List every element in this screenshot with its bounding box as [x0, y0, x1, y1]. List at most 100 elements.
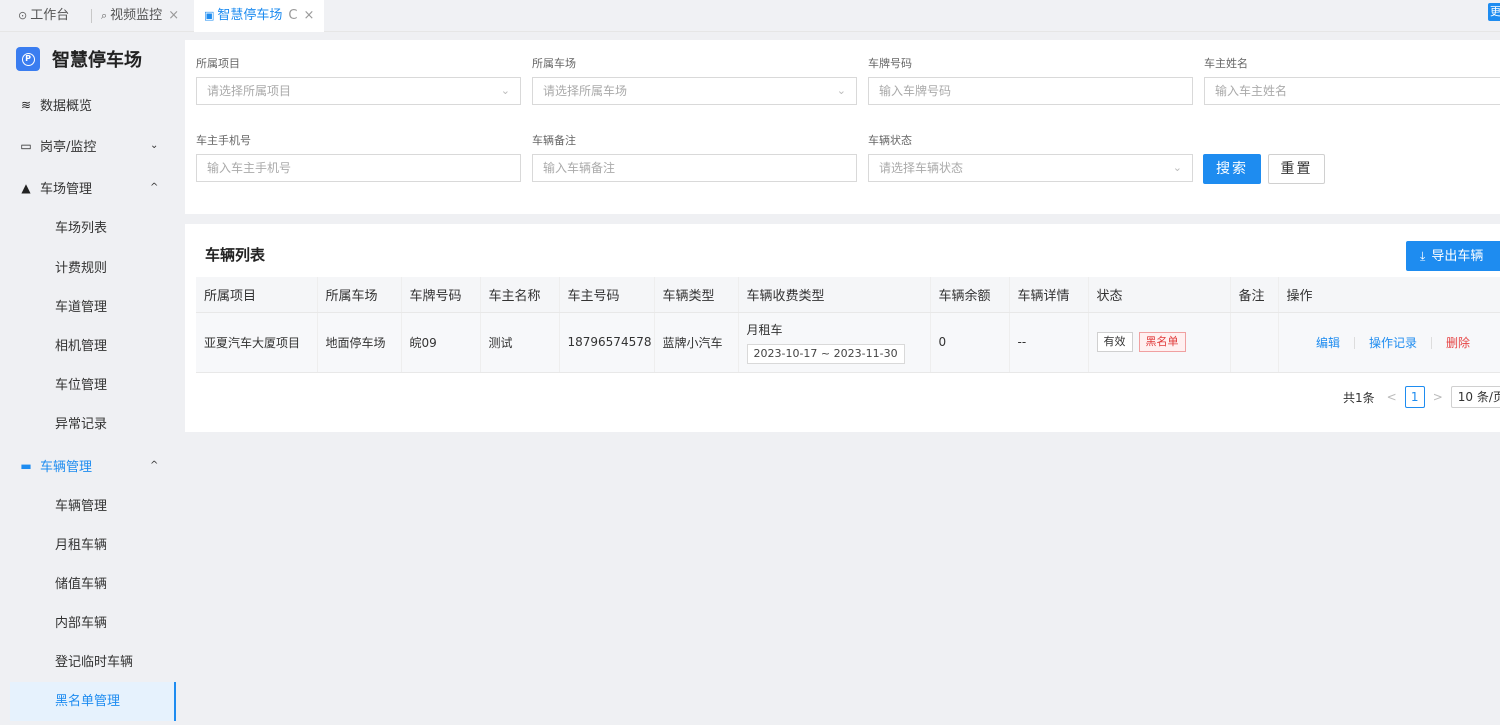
sidebar-sub-camera-management[interactable]: 相机管理 — [0, 327, 185, 366]
status-select[interactable]: 请选择车辆状态 ⌄ — [868, 154, 1193, 182]
edit-link[interactable]: 编辑 — [1316, 336, 1340, 350]
pagination-total: 共1条 — [1343, 390, 1375, 405]
export-vehicles-button[interactable]: ⤓ 导出车辆 — [1406, 241, 1500, 271]
lot-select[interactable]: 请选择所属车场 ⌄ — [532, 77, 857, 105]
fee-type-label: 月租车 — [746, 322, 783, 337]
owner-input[interactable]: 输入车主姓名 — [1204, 77, 1500, 105]
sidebar-sub-blacklist[interactable]: 黑名单管理 — [10, 682, 176, 721]
sidebar: P 智慧停车场 ≋ 数据概览 ▭ 岗亭/监控 ⌄ ▲ 车场管理 ^ 车场列表 计… — [0, 32, 185, 725]
prev-page-icon[interactable]: < — [1387, 390, 1397, 404]
next-page-icon[interactable]: > — [1433, 390, 1443, 404]
table-header-row: 所属项目 所属车场 车牌号码 车主名称 车主号码 车辆类型 车辆收费类型 车辆余… — [196, 277, 1500, 313]
download-icon: ⤓ — [1420, 249, 1426, 263]
sidebar-sub-internal-vehicles[interactable]: 内部车辆 — [0, 604, 185, 643]
reset-button[interactable]: 重置 — [1268, 154, 1325, 184]
lot-placeholder: 请选择所属车场 — [543, 84, 628, 98]
more-button[interactable]: 更 — [1488, 3, 1500, 21]
delete-link[interactable]: 删除 — [1446, 336, 1470, 350]
tab-label: 智慧停车场 — [217, 8, 283, 23]
column-header: 所属项目 — [196, 277, 318, 313]
tab-label: 工作台 — [30, 8, 70, 23]
cell-actions: 编辑 操作记录 删除 — [1278, 312, 1500, 373]
status-badge-valid: 有效 — [1096, 332, 1133, 352]
cell-plate: 皖09 — [401, 312, 481, 373]
sidebar-sub-monthly-vehicles[interactable]: 月租车辆 — [0, 526, 185, 565]
status-badge-blacklist: 黑名单 — [1138, 332, 1186, 352]
tab-divider — [91, 9, 92, 23]
cell-lot: 地面停车场 — [317, 312, 402, 373]
owner-placeholder: 输入车主姓名 — [1215, 84, 1288, 98]
cell-project: 亚夏汽车大厦项目 — [196, 312, 318, 373]
status-placeholder: 请选择车辆状态 — [879, 161, 964, 175]
sidebar-item-parking-management[interactable]: ▲ 车场管理 ^ — [0, 168, 185, 207]
close-icon[interactable]: × — [304, 8, 315, 23]
chevron-down-icon: ⌄ — [500, 84, 510, 97]
phone-label: 车主手机号 — [196, 134, 251, 147]
refresh-icon[interactable]: C — [288, 8, 297, 23]
pagination: 共1条 < 1 > 10 条/页 — [1343, 386, 1500, 408]
chevron-down-icon: ⌄ — [150, 140, 159, 151]
sidebar-sub-billing-rules[interactable]: 计费规则 — [0, 249, 185, 288]
column-header: 车主号码 — [559, 277, 655, 313]
brand-title: 智慧停车场 — [52, 50, 142, 71]
column-header: 车牌号码 — [401, 277, 481, 313]
car-icon: ▬ — [20, 458, 32, 473]
sidebar-sub-parking-list[interactable]: 车场列表 — [0, 209, 185, 248]
fee-period-tag: 2023-10-17 ~ 2023-11-30 — [746, 343, 905, 364]
export-label: 导出车辆 — [1431, 249, 1484, 264]
search-panel: 所属项目 请选择所属项目 ⌄ 所属车场 请选择所属车场 ⌄ 车牌号码 输入车牌号… — [185, 40, 1500, 214]
column-header: 车主名称 — [480, 277, 560, 313]
action-divider — [1431, 337, 1432, 349]
chevron-up-icon: ^ — [150, 182, 159, 193]
sidebar-sub-space-management[interactable]: 车位管理 — [0, 366, 185, 405]
sidebar-item-vehicle-management[interactable]: ▬ 车辆管理 ^ — [0, 446, 185, 485]
remark-input[interactable]: 输入车辆备注 — [532, 154, 857, 182]
phone-input[interactable]: 输入车主手机号 — [196, 154, 521, 182]
chevron-down-icon: ⌄ — [836, 84, 846, 97]
plate-placeholder: 输入车牌号码 — [879, 84, 952, 98]
close-icon[interactable]: × — [168, 8, 179, 23]
column-header: 所属车场 — [317, 277, 402, 313]
list-title: 车辆列表 — [205, 246, 266, 264]
page-number-current[interactable]: 1 — [1404, 386, 1425, 408]
sidebar-item-data-overview[interactable]: ≋ 数据概览 — [0, 85, 185, 124]
column-header: 车辆余额 — [930, 277, 1010, 313]
sidebar-item-label: 车场管理 — [40, 182, 93, 197]
search-button[interactable]: 搜索 — [1203, 154, 1261, 184]
tab-smart-parking[interactable]: ▣ 智慧停车场 C × — [194, 0, 325, 32]
tab-video-monitor[interactable]: ⌕ 视频监控 × — [101, 0, 179, 32]
cell-balance: 0 — [930, 312, 1010, 373]
parking-icon: ▣ — [204, 9, 215, 22]
tab-workbench[interactable]: ⊙ 工作台 — [18, 0, 69, 32]
project-placeholder: 请选择所属项目 — [207, 84, 292, 98]
tab-bar: ⊙ 工作台 ⌕ 视频监控 × ▣ 智慧停车场 C × 更 — [0, 0, 1500, 32]
sidebar-sub-lane-management[interactable]: 车道管理 — [0, 288, 185, 327]
phone-placeholder: 输入车主手机号 — [207, 161, 292, 175]
plate-input[interactable]: 输入车牌号码 — [868, 77, 1193, 105]
project-label: 所属项目 — [196, 57, 240, 70]
sidebar-sub-vehicle-management[interactable]: 车辆管理 — [0, 487, 185, 526]
operation-log-link[interactable]: 操作记录 — [1369, 336, 1417, 350]
remark-label: 车辆备注 — [532, 134, 576, 147]
sidebar-sub-temporary-vehicles[interactable]: 登记临时车辆 — [0, 643, 185, 682]
vehicle-table: 所属项目 所属车场 车牌号码 车主名称 车主号码 车辆类型 车辆收费类型 车辆余… — [196, 277, 1500, 373]
cell-status: 有效 黑名单 — [1088, 312, 1231, 373]
cell-owner: 测试 — [480, 312, 560, 373]
tab-label: 视频监控 — [110, 8, 163, 23]
sidebar-sub-exception-records[interactable]: 异常记录 — [0, 405, 185, 444]
page-size-select[interactable]: 10 条/页 — [1450, 386, 1500, 408]
project-select[interactable]: 请选择所属项目 ⌄ — [196, 77, 521, 105]
action-divider — [1353, 337, 1355, 349]
sidebar-item-label: 车辆管理 — [40, 460, 93, 475]
sidebar-item-booth-monitor[interactable]: ▭ 岗亭/监控 ⌄ — [0, 126, 185, 165]
column-header: 车辆详情 — [1009, 277, 1089, 313]
sidebar-item-label: 岗亭/监控 — [40, 140, 97, 155]
monitor-icon: ▭ — [20, 138, 32, 153]
sidebar-item-label: 数据概览 — [40, 99, 93, 114]
column-header: 操作 — [1278, 277, 1500, 313]
video-icon: ⌕ — [101, 9, 108, 22]
cell-remark — [1230, 312, 1279, 373]
sidebar-sub-prepaid-vehicles[interactable]: 储值车辆 — [0, 565, 185, 604]
cell-fee-type: 月租车 2023-10-17 ~ 2023-11-30 — [738, 312, 931, 373]
chevron-up-icon: ^ — [150, 460, 159, 471]
